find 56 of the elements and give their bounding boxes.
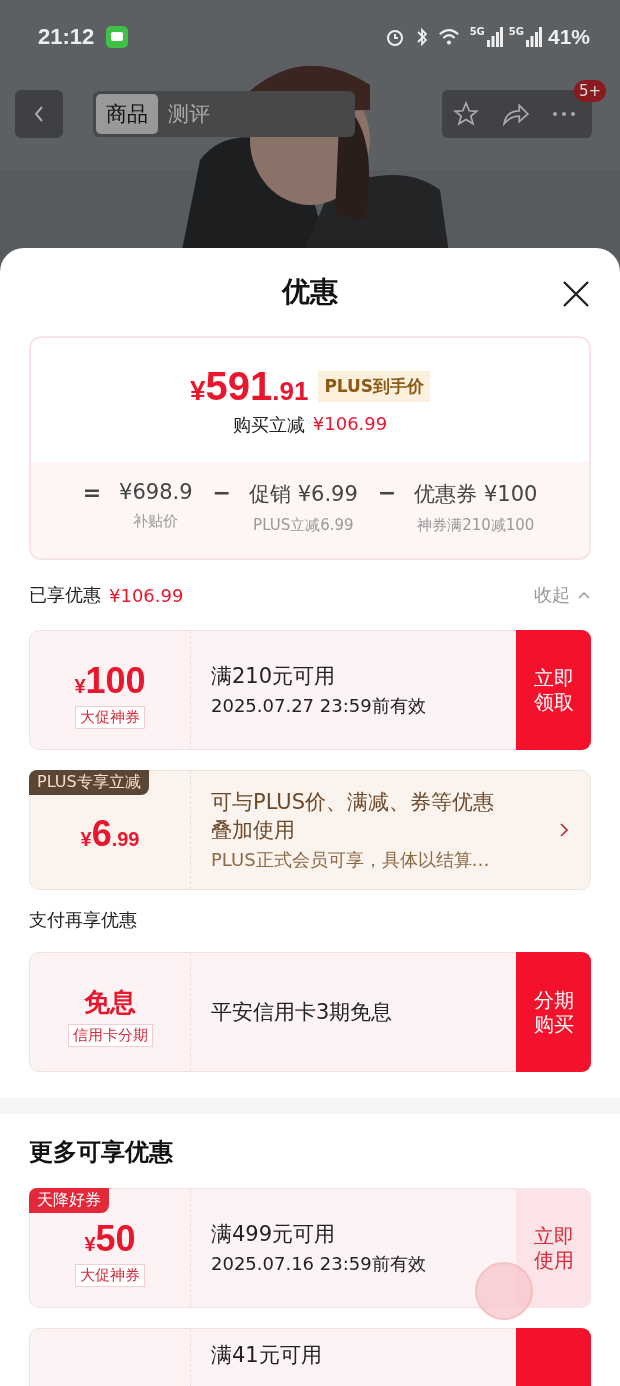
network-label: 5G	[469, 26, 485, 37]
coupon-tag: 大促神券	[75, 1263, 145, 1287]
section-heading: 更多可享优惠	[28, 1137, 174, 1168]
coupon-condition: 满210元可用	[211, 663, 337, 690]
reduce-value: ¥106.99	[312, 413, 388, 436]
sheet-title: 优惠	[282, 274, 338, 310]
coupon-note: 2025.07.16 23:59前有效	[211, 1252, 427, 1276]
breakdown-caption: 补贴价	[133, 512, 179, 531]
coupon-condition: 平安信用卡3期免息	[211, 999, 394, 1026]
coupon-amount: ¥50	[84, 1217, 136, 1260]
coupon-tag: 大促神券	[75, 705, 145, 729]
clock: 21:12	[38, 24, 95, 50]
enjoyed-amount: ¥106.99	[109, 584, 184, 606]
breakdown-value: 优惠券 ¥100	[414, 481, 538, 508]
more-icon[interactable]	[552, 111, 576, 117]
network-label: 5G	[508, 26, 524, 37]
tab[interactable]: 商品	[96, 94, 158, 134]
section-heading: 支付再享优惠	[28, 908, 138, 932]
coupon-note: 2025.07.27 23:59前有效	[211, 694, 427, 718]
coupon-ribbon: 天降好券	[29, 1188, 109, 1213]
breakdown-value: 促销 ¥6.99	[249, 481, 358, 508]
operator-sign: −	[212, 480, 231, 507]
close-icon[interactable]	[562, 280, 590, 308]
coupon-note: PLUS正式会员可享，具体以结算…	[211, 848, 491, 872]
coupon-amount: ¥100	[74, 659, 146, 702]
coupon-amount: ¥6.99	[80, 813, 140, 855]
coupon-action-button[interactable]: 立即领取	[516, 630, 591, 750]
breakdown-value: ¥698.9	[119, 480, 193, 504]
back-icon[interactable]	[33, 104, 45, 124]
coupon-amount: 免息	[84, 986, 136, 1019]
star-icon[interactable]	[452, 101, 480, 127]
coupon-condition: 满41元可用	[211, 1342, 323, 1369]
coupon-ribbon: PLUS专享立减	[29, 770, 149, 795]
battery-level: 41%	[547, 25, 590, 49]
price-tag: PLUS到手价	[318, 371, 431, 402]
chevron-right-icon[interactable]	[560, 823, 568, 837]
coupon-tag: 信用卡分期	[67, 1024, 153, 1047]
signal-icon	[486, 27, 503, 47]
breakdown-caption: PLUS立减6.99	[253, 516, 354, 535]
breakdown-caption: 神券满210减100	[417, 516, 535, 535]
caret-icon[interactable]	[578, 591, 590, 599]
coupon-condition: 可与PLUS价、满减、券等优惠叠加使用	[211, 789, 496, 844]
coupon-action-button[interactable]: 分期购买	[516, 952, 591, 1072]
tab[interactable]: 测评	[158, 94, 220, 134]
coupon-condition: 满499元可用	[211, 1221, 337, 1248]
reduce-label: 购买立减	[232, 413, 305, 437]
final-price: ¥591.91	[189, 364, 309, 409]
collapse-link[interactable]: 收起	[534, 583, 570, 607]
operator-sign: =	[82, 480, 102, 507]
bluetooth-icon	[415, 26, 428, 48]
signal-icon	[525, 27, 542, 47]
share-icon[interactable]	[502, 101, 530, 127]
coupon-action-button[interactable]: 立即使用	[516, 1188, 591, 1308]
message-icon	[106, 26, 129, 48]
enjoyed-label: 已享优惠	[29, 583, 101, 607]
operator-sign: −	[377, 480, 397, 507]
